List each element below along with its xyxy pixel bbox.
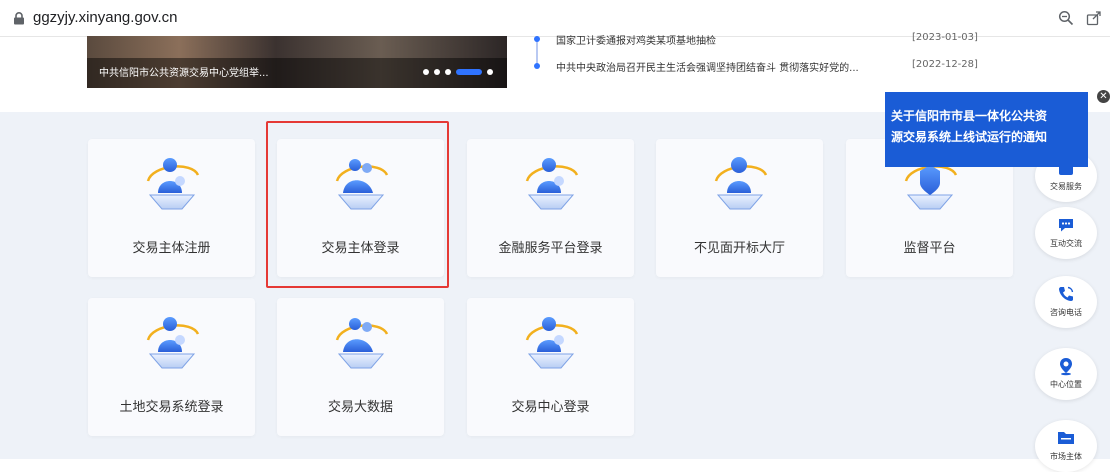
- news-list: 国家卫计委通报对鸡类某项基地抽检 [2023-01-03] 中共中央政治局召开民…: [520, 32, 1010, 88]
- tile-label: 交易大数据: [327, 400, 393, 415]
- tile-register[interactable]: 交易主体注册: [88, 139, 255, 277]
- tile-center-login[interactable]: 交易中心登录: [467, 298, 634, 436]
- rail-label: 交易服务: [1050, 182, 1082, 191]
- user-register-icon: [146, 158, 199, 210]
- tile-label: 交易主体注册: [132, 241, 211, 256]
- phone-icon: [1059, 286, 1074, 301]
- rail-label: 咨询电话: [1050, 308, 1082, 317]
- rail-location[interactable]: 中心位置: [1035, 348, 1097, 400]
- selection-highlight: [266, 121, 449, 288]
- slideshow-pager[interactable]: [423, 69, 493, 75]
- tile-label: 交易中心登录: [511, 400, 590, 415]
- list-item[interactable]: 国家卫计委通报对鸡类某项基地抽检 [2023-01-03]: [520, 30, 1010, 50]
- share-icon[interactable]: [1086, 10, 1102, 26]
- tile-big-data[interactable]: 交易大数据: [277, 298, 444, 436]
- tile-finance[interactable]: 金融服务平台登录: [467, 139, 634, 277]
- bullet-icon: [534, 36, 540, 42]
- news-title[interactable]: 中共中央政治局召开民主生活会强调坚持团结奋斗 贯彻落实好党的...: [556, 59, 859, 74]
- notice-line: 关于信阳市市县一体化公共资: [891, 109, 1048, 123]
- rail-hotline[interactable]: 咨询电话: [1035, 276, 1097, 328]
- tile-label: 土地交易系统登录: [119, 400, 224, 415]
- pager-dot-active[interactable]: [456, 69, 482, 75]
- pager-dot[interactable]: [434, 69, 440, 75]
- close-icon[interactable]: ✕: [1097, 90, 1110, 103]
- zoom-icon[interactable]: [1058, 10, 1074, 26]
- folder-icon: [1058, 432, 1074, 444]
- chat-icon: [1059, 219, 1073, 232]
- user-land-icon: [146, 317, 199, 369]
- tile-land-trading[interactable]: 土地交易系统登录: [88, 298, 255, 436]
- rail-label: 市场主体: [1050, 452, 1082, 461]
- rail-interaction[interactable]: 互动交流: [1035, 207, 1097, 259]
- tile-label: 金融服务平台登录: [498, 241, 603, 256]
- news-title[interactable]: 国家卫计委通报对鸡类某项基地抽检: [556, 32, 716, 47]
- notice-line: 源交易系统上线试运行的通知: [891, 130, 1048, 144]
- location-pin-icon: [1060, 358, 1072, 376]
- news-date: [2023-01-03]: [912, 32, 978, 43]
- pager-dot[interactable]: [487, 69, 493, 75]
- bullet-icon: [534, 63, 540, 69]
- user-data-icon: [335, 318, 388, 369]
- slideshow-caption[interactable]: 中共信阳市公共资源交易中心党组举...: [99, 64, 269, 79]
- rail-label: 中心位置: [1050, 380, 1082, 389]
- pager-dot[interactable]: [445, 69, 451, 75]
- user-center-icon: [525, 317, 578, 369]
- lock-icon: [14, 12, 24, 25]
- pager-dot[interactable]: [423, 69, 429, 75]
- news-slideshow[interactable]: 中共信阳市公共资源交易中心党组举...: [87, 36, 507, 88]
- url-text[interactable]: ggzyjy.xinyang.gov.cn: [33, 9, 178, 26]
- tile-label: 不见面开标大厅: [693, 241, 785, 256]
- tile-label: 监督平台: [903, 241, 956, 256]
- tile-remote-bidding[interactable]: 不见面开标大厅: [656, 139, 823, 277]
- notice-banner[interactable]: 关于信阳市市县一体化公共资 源交易系统上线试运行的通知: [885, 92, 1088, 167]
- news-date: [2022-12-28]: [912, 59, 978, 70]
- rail-label: 互动交流: [1050, 239, 1082, 248]
- list-item[interactable]: 中共中央政治局召开民主生活会强调坚持团结奋斗 贯彻落实好党的... [2022-…: [520, 57, 1010, 77]
- user-headset-icon: [714, 157, 767, 210]
- rail-market-entity[interactable]: 市场主体: [1035, 420, 1097, 472]
- user-finance-icon: [525, 158, 578, 210]
